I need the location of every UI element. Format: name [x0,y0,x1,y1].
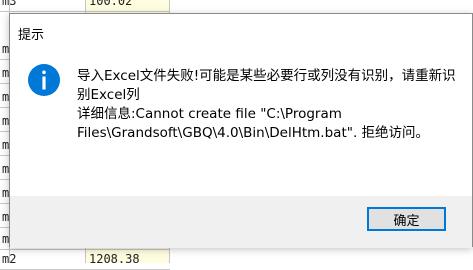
sheet-row-top: m3 100.02 [0,0,170,12]
dialog-titlebar[interactable]: 提示 [10,14,472,48]
dialog-footer: 确定 [10,196,472,248]
ok-button-label: 确定 [393,213,420,229]
message-dialog: 提示 导入Excel文件失败!可能是某些必要行或列没有识别，请重新识别Excel… [9,13,473,248]
sheet-cell-unit: m3 [2,0,17,8]
sheet-cell-unit: m2 [2,252,17,266]
sheet-row-bottom: m2 1208.38 [0,248,170,270]
error-details: 详细信息:Cannot create file "C:\Program File… [77,106,430,141]
info-icon [28,64,60,96]
ok-button[interactable]: 确定 [367,207,446,231]
sheet-cell-value: 100.02 [89,0,133,8]
error-summary: 导入Excel文件失败!可能是某些必要行或列没有识别，请重新识别Excel列 [77,68,456,103]
dialog-message: 导入Excel文件失败!可能是某些必要行或列没有识别，请重新识别Excel列 详… [77,67,465,143]
dialog-title: 提示 [18,28,45,43]
dialog-content: 导入Excel文件失败!可能是某些必要行或列没有识别，请重新识别Excel列 详… [10,48,472,198]
sheet-cell-value: 1208.38 [89,252,140,266]
